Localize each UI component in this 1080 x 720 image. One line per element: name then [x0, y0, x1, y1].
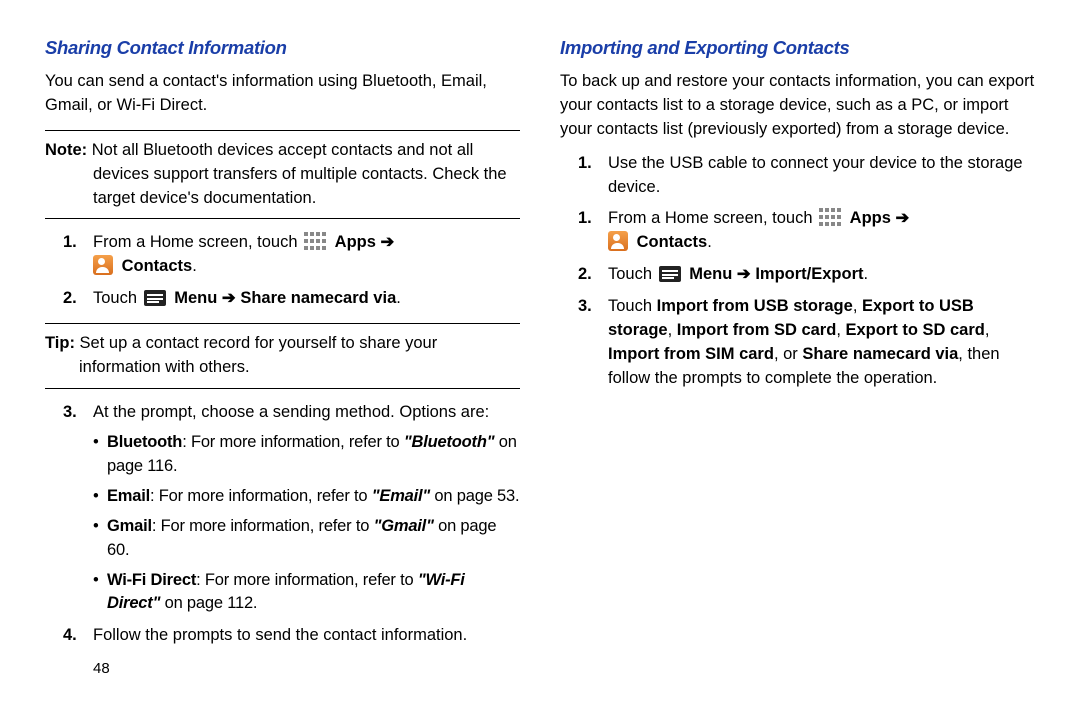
step-1: 1. From a Home screen, touch Apps ➔ Cont… — [45, 231, 520, 279]
apps-label: Apps — [335, 233, 376, 251]
arrow-icon: ➔ — [222, 289, 236, 307]
arrow-icon: ➔ — [737, 265, 751, 283]
right-column: Importing and Exporting Contacts To back… — [560, 35, 1035, 680]
menu-label: Menu — [689, 265, 732, 283]
step-2: 2. Touch Menu ➔ Share namecard via. — [45, 287, 520, 311]
contacts-icon — [608, 231, 628, 251]
step-4: 4. Follow the prompts to send the contac… — [45, 624, 520, 648]
option-bluetooth: Bluetooth: For more information, refer t… — [93, 431, 520, 479]
step1-lead: From a Home screen, touch — [93, 233, 302, 251]
note-block: Note: Not all Bluetooth devices accept c… — [45, 130, 520, 220]
menu-icon — [659, 266, 681, 282]
page-number: 48 — [93, 658, 520, 680]
menu-icon — [144, 290, 166, 306]
arrow-icon: ➔ — [896, 209, 910, 227]
ie-step-1: 1. Use the USB cable to connect your dev… — [560, 152, 1035, 200]
ie-step-2: 1. From a Home screen, touch Apps ➔ Cont… — [560, 207, 1035, 255]
sending-options: Bluetooth: For more information, refer t… — [93, 431, 520, 616]
apps-icon — [819, 208, 841, 226]
note-label: Note: — [45, 141, 87, 159]
tip-label: Tip: — [45, 334, 75, 352]
share-label: Share namecard via — [240, 289, 396, 307]
menu-label: Menu — [174, 289, 217, 307]
step-3: 3. At the prompt, choose a sending metho… — [45, 401, 520, 616]
tip-body: Set up a contact record for yourself to … — [79, 334, 437, 376]
option-email: Email: For more information, refer to "E… — [93, 485, 520, 509]
ie-step-4: 3. Touch Import from USB storage, Export… — [560, 295, 1035, 391]
import-export-label: Import/Export — [755, 265, 863, 283]
apps-icon — [304, 232, 326, 250]
left-column: Sharing Contact Information You can send… — [45, 35, 520, 680]
step2-lead: Touch — [93, 289, 142, 307]
page-columns: Sharing Contact Information You can send… — [45, 35, 1035, 680]
tip-block: Tip: Set up a contact record for yoursel… — [45, 323, 520, 389]
steps-import-export: 1. Use the USB cable to connect your dev… — [560, 152, 1035, 391]
contacts-label: Contacts — [637, 233, 708, 251]
arrow-icon: ➔ — [381, 233, 395, 251]
option-gmail: Gmail: For more information, refer to "G… — [93, 515, 520, 563]
steps-sharing-3-4: 3. At the prompt, choose a sending metho… — [45, 401, 520, 648]
intro-sharing: You can send a contact's information usi… — [45, 70, 520, 118]
step3-lead: At the prompt, choose a sending method. … — [93, 403, 489, 421]
contacts-label: Contacts — [122, 257, 193, 275]
option-wifi-direct: Wi-Fi Direct: For more information, refe… — [93, 569, 520, 617]
apps-label: Apps — [850, 209, 891, 227]
heading-sharing: Sharing Contact Information — [45, 35, 520, 62]
note-body: Not all Bluetooth devices accept contact… — [92, 141, 507, 207]
contacts-icon — [93, 255, 113, 275]
ie-step-3: 2. Touch Menu ➔ Import/Export. — [560, 263, 1035, 287]
steps-sharing-1-2: 1. From a Home screen, touch Apps ➔ Cont… — [45, 231, 520, 311]
intro-import-export: To back up and restore your contacts inf… — [560, 70, 1035, 142]
heading-import-export: Importing and Exporting Contacts — [560, 35, 1035, 62]
